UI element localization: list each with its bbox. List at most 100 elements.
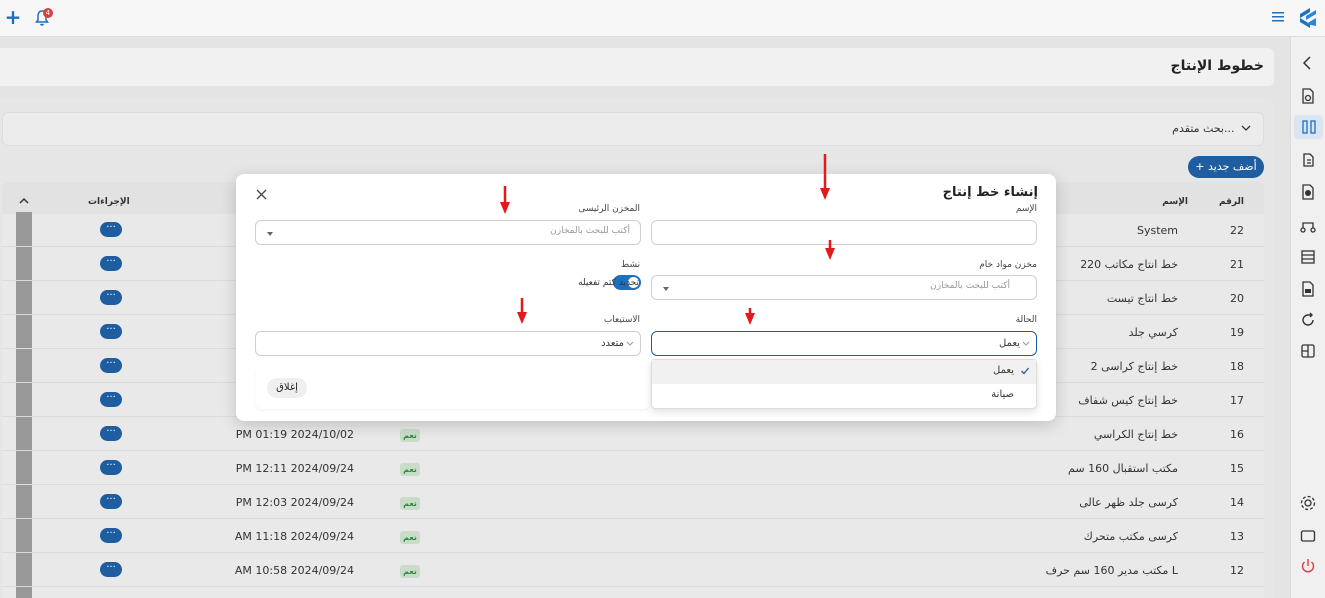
table-row[interactable]: 12 مكتب مدير 160 سم حرف L AM 10:58 2024/09… (2, 553, 1264, 587)
columns-icon (1302, 120, 1316, 134)
row-actions-button[interactable]: ··· (100, 562, 122, 577)
annotation-arrow-icon (745, 308, 755, 325)
column-header-name[interactable]: الإسم (1162, 197, 1188, 207)
cell-name: كرسى جلد ظهر عالى (1079, 496, 1178, 509)
name-field-label: الإسم (1015, 204, 1037, 214)
main-warehouse-select[interactable]: أكتب للبحث بالمخازن (255, 220, 641, 245)
main-warehouse-placeholder: أكتب للبحث بالمخازن (550, 226, 630, 236)
cell-number: 18 (1230, 360, 1244, 373)
row-actions-button[interactable]: ··· (100, 290, 122, 305)
cell-date: PM 12:03 2024/09/24 (235, 496, 354, 509)
raw-warehouse-select[interactable]: أكتب للبحث بالمخازن (651, 275, 1037, 300)
row-actions-button[interactable]: ··· (100, 256, 122, 271)
capacity-value: متعدد (601, 338, 624, 349)
row-actions-button[interactable]: ··· (100, 460, 122, 475)
layout-grid-icon[interactable] (1299, 342, 1317, 360)
cell-date: PM 12:11 2024/09/24 (235, 462, 354, 475)
cell-name: خط إنتاج كراسى 2 (1090, 360, 1178, 373)
row-actions-button[interactable]: ··· (100, 494, 122, 509)
table-row[interactable]: 15 مكتب استقبال 160 سم PM 12:11 2024/09/24… (2, 451, 1264, 485)
capacity-label: الاستيعاب (603, 315, 640, 325)
cell-name: كرسي جلد (1128, 326, 1178, 339)
capacity-select[interactable]: متعدد (255, 331, 641, 356)
document-settings-icon[interactable] (1299, 183, 1317, 201)
column-header-actions: الإجراءات (88, 197, 130, 207)
top-bar: + 4 (0, 0, 1325, 37)
cell-name: كرسى مكتب متحرك (1083, 530, 1178, 543)
advanced-search-text: بحث متقدم... (1172, 122, 1235, 135)
add-new-button[interactable]: + أضف جديد (1188, 156, 1264, 178)
database-list-icon[interactable] (1299, 248, 1317, 266)
cell-name: System (1136, 224, 1178, 237)
cell-number: 21 (1230, 258, 1244, 271)
cell-number: 22 (1230, 224, 1244, 237)
cell-name: خط إنتاج الكراسي (1093, 428, 1178, 441)
cell-name: خط إنتاج كيس شفاف (1078, 394, 1178, 407)
cell-date: AM 11:18 2024/09/24 (234, 530, 354, 543)
notification-badge: 4 (43, 8, 53, 18)
annotation-arrow-icon (825, 240, 835, 260)
row-actions-button[interactable]: ··· (100, 392, 122, 407)
cell-name: مكتب استقبال 160 سم (1068, 462, 1178, 475)
sidebar-item-production-lines[interactable] (1294, 115, 1323, 139)
raw-warehouse-placeholder: أكتب للبحث بالمخازن (930, 281, 1010, 291)
annotation-arrow-icon (820, 154, 830, 200)
close-button[interactable]: إغلاق (267, 378, 307, 398)
cell-number: 17 (1230, 394, 1244, 407)
main-warehouse-label: المخزن الرئيسى (578, 204, 640, 214)
right-sidebar (1290, 37, 1325, 598)
cell-date: PM 01:19 2024/10/02 (235, 428, 354, 441)
table-row[interactable]: 13 كرسى مكتب متحرك AM 11:18 2024/09/24 نعم ·… (2, 519, 1264, 553)
chevron-down-icon (1241, 125, 1251, 131)
active-badge: نعم (400, 463, 420, 476)
caret-down-icon (267, 232, 273, 236)
status-select[interactable]: يعمل (651, 331, 1037, 356)
column-header-number[interactable]: الرقم (1219, 197, 1244, 207)
plus-icon: + (1195, 160, 1205, 173)
plus-icon[interactable]: + (4, 7, 22, 27)
advanced-search-label: بحث متقدم... (1172, 122, 1251, 135)
active-label: نشط (620, 260, 640, 270)
row-actions-button[interactable]: ··· (100, 358, 122, 373)
chevron-up-icon[interactable] (18, 196, 30, 206)
cell-number: 16 (1230, 428, 1244, 441)
raw-warehouse-label: مخزن مواد خام (979, 260, 1037, 270)
status-option-working[interactable]: يعمل (652, 360, 1036, 384)
cell-name: خط انتاج تيست (1106, 292, 1178, 305)
active-badge: نعم (400, 497, 420, 510)
name-input[interactable] (651, 220, 1037, 245)
annotation-arrow-icon (517, 298, 527, 324)
row-actions-button[interactable]: ··· (100, 426, 122, 441)
page-header: خطوط الإنتاج (0, 48, 1274, 86)
workflow-icon[interactable] (1299, 217, 1317, 235)
row-actions-button[interactable]: ··· (100, 528, 122, 543)
gear-icon[interactable] (1299, 494, 1317, 512)
table-row[interactable]: 16 خط إنتاج الكراسي PM 01:19 2024/10/02 نعم… (2, 417, 1264, 451)
cell-number: 15 (1230, 462, 1244, 475)
row-actions-button[interactable]: ··· (100, 324, 122, 339)
status-option-label: يعمل (993, 365, 1014, 376)
window-icon[interactable] (1299, 527, 1317, 545)
row-actions-button[interactable]: ··· (100, 222, 122, 237)
cell-number: 14 (1230, 496, 1244, 509)
refresh-icon[interactable] (1299, 311, 1317, 329)
table-row[interactable]: 14 كرسى جلد ظهر عالى PM 12:03 2024/09/24 نع… (2, 485, 1264, 519)
cell-number: 19 (1230, 326, 1244, 339)
chevron-left-icon[interactable] (1299, 54, 1317, 72)
hamburger-menu-icon[interactable] (1272, 11, 1284, 23)
app-logo-icon (1300, 8, 1316, 28)
status-option-maintenance[interactable]: صيانة (652, 384, 1036, 408)
close-icon[interactable] (256, 189, 267, 200)
cell-number: 13 (1230, 530, 1244, 543)
document-export-icon[interactable] (1299, 280, 1317, 298)
cell-name: خط انتاج مكاتب 220 (1080, 258, 1178, 271)
active-badge: نعم (400, 565, 420, 578)
power-icon[interactable] (1299, 557, 1317, 575)
chevron-down-icon (1022, 341, 1030, 346)
document-copy-icon[interactable] (1299, 151, 1317, 169)
advanced-search-toggle[interactable]: بحث متقدم... (2, 112, 1264, 146)
caret-down-icon (663, 287, 669, 291)
document-gear-icon[interactable] (1299, 87, 1317, 105)
check-icon (1021, 367, 1030, 375)
modal-footer (256, 366, 650, 409)
